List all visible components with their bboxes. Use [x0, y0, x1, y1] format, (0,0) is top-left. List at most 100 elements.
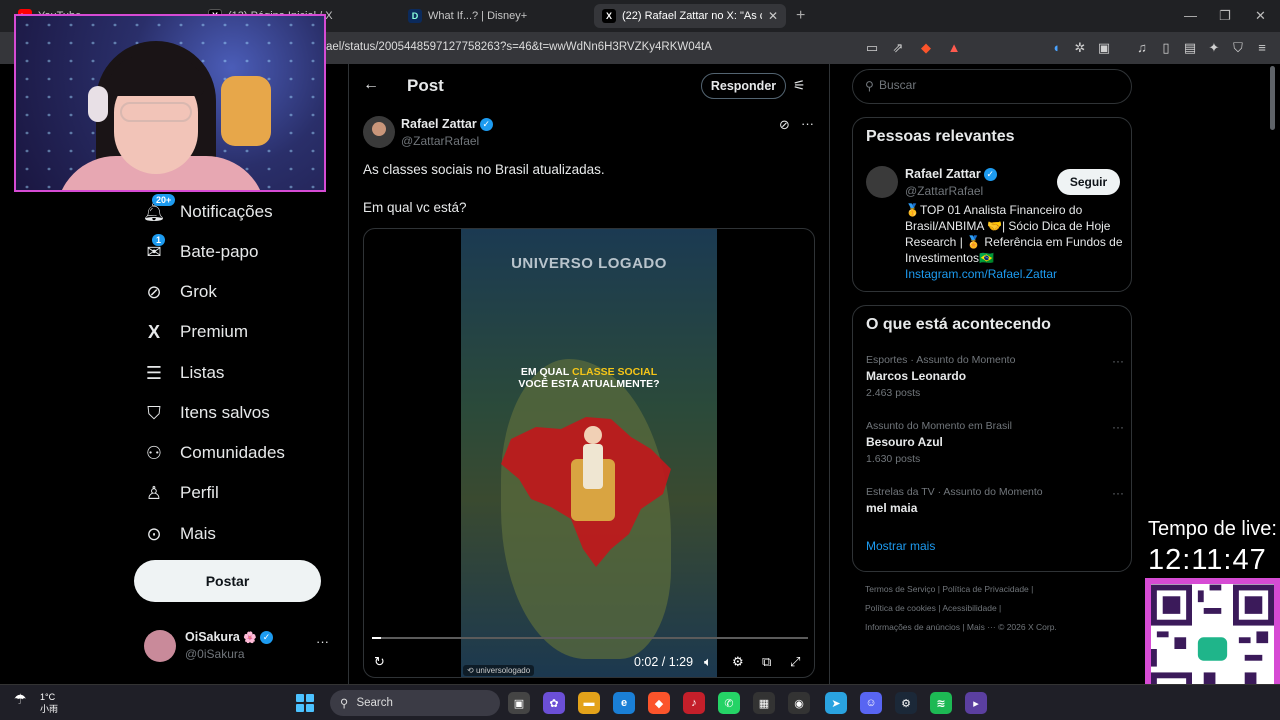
verified-badge-icon: ✓: [479, 118, 493, 132]
video-frame: UNIVERSO LOGADO EM QUAL CLASSE SOCIAL VO…: [461, 229, 717, 677]
trend-item[interactable]: Estrelas da TV · Assunto do Momento mel …: [866, 486, 1124, 515]
account-more-icon[interactable]: ···: [316, 634, 329, 649]
close-tab-icon[interactable]: ✕: [768, 9, 778, 23]
weather-widget[interactable]: ☂ 1°C 小雨: [14, 691, 58, 715]
brave-rewards-icon[interactable]: ▲: [946, 40, 962, 56]
menu-icon[interactable]: ≡: [1254, 40, 1270, 56]
nav-mais[interactable]: ⊙ Mais: [144, 518, 215, 550]
footer-links-row3[interactable]: Informações de anúncios | Mais ··· © 202…: [865, 622, 1057, 632]
vpn-icon[interactable]: ⛉: [1230, 40, 1246, 56]
relevant-avatar[interactable]: [866, 166, 898, 198]
settings-gear-icon[interactable]: ⚙: [732, 654, 744, 670]
obs-icon[interactable]: ◉: [788, 692, 810, 714]
screenshot-icon[interactable]: ▣: [1096, 40, 1112, 56]
whatsapp-icon[interactable]: ✆: [718, 692, 740, 714]
music-icon[interactable]: ♫: [1134, 40, 1150, 56]
back-arrow-icon[interactable]: ←: [363, 76, 379, 94]
twitch-icon[interactable]: ▸: [965, 692, 987, 714]
post-button[interactable]: Postar: [134, 560, 321, 602]
close-window-button[interactable]: ✕: [1255, 8, 1266, 24]
search-box[interactable]: ⚲: [852, 69, 1132, 104]
audio-icon[interactable]: ◖: [1048, 40, 1064, 56]
tab-rafael-zattar[interactable]: X (22) Rafael Zattar no X: "As classe ✕: [594, 4, 786, 28]
nav-comunidades[interactable]: ⚇ Comunidades: [144, 437, 285, 469]
account-emoji: 🌸: [243, 632, 258, 644]
brave-shield-icon[interactable]: ◆: [918, 40, 934, 56]
cast-icon[interactable]: ▭: [864, 40, 880, 56]
share-icon[interactable]: ⇗: [890, 40, 906, 56]
chat-badge: 1: [152, 234, 166, 246]
account-switcher[interactable]: OiSakura 🌸 ✓ @0iSakura ···: [144, 628, 334, 662]
discord-icon[interactable]: ☺: [860, 692, 882, 714]
maximize-button[interactable]: ❐: [1219, 8, 1231, 24]
edge-icon[interactable]: e: [613, 692, 635, 714]
nav-bate-papo[interactable]: ✉ 1 Bate-papo: [144, 234, 258, 268]
search-icon: ⚲: [340, 698, 349, 710]
page-title: Post: [407, 76, 444, 95]
verified-badge-icon: ✓: [260, 631, 274, 645]
footer-links-row2[interactable]: Política de cookies | Acessibilidade |: [865, 603, 1001, 613]
leo-ai-icon[interactable]: ✦: [1206, 40, 1222, 56]
video-brand: UNIVERSO LOGADO: [511, 255, 667, 272]
wallet-icon[interactable]: ▤: [1182, 40, 1198, 56]
copilot-icon[interactable]: ✿: [543, 692, 565, 714]
taskbar-search[interactable]: ⚲ Search: [330, 690, 500, 716]
search-icon: ⚲: [865, 79, 874, 93]
picture-in-picture-icon[interactable]: ⧉: [762, 654, 771, 670]
url-field[interactable]: ael/status/2005448597127758263?s=46&t=ww…: [326, 41, 712, 53]
nav-grok[interactable]: ⊘ Grok: [144, 276, 216, 308]
bell-icon: 🔔︎ 20+: [143, 194, 176, 222]
music-app-icon[interactable]: ♪: [683, 692, 705, 714]
trend-more-icon[interactable]: ···: [1112, 354, 1124, 368]
weather-rain-icon: ☂: [14, 691, 27, 707]
tweet-text-line1: As classes sociais no Brasil atualizadas…: [363, 162, 605, 177]
footer-links-row1[interactable]: Termos de Serviço | Política de Privacid…: [865, 584, 1033, 594]
author-avatar[interactable]: [363, 116, 395, 148]
nav-perfil[interactable]: ♙ Perfil: [144, 477, 219, 509]
video-player[interactable]: UNIVERSO LOGADO EM QUAL CLASSE SOCIAL VO…: [363, 228, 815, 678]
plush-toy: [221, 76, 271, 146]
settings-sliders-icon[interactable]: ⚟: [793, 77, 806, 94]
nav-itens-salvos[interactable]: ⛉ Itens salvos: [144, 397, 270, 429]
trend-item[interactable]: Assunto do Momento em Brasil Besouro Azu…: [866, 420, 1124, 465]
trend-item[interactable]: Esportes · Assunto do Momento Marcos Leo…: [866, 354, 1124, 399]
nav-notificacoes[interactable]: 🔔︎ 20+ Notificações: [143, 194, 273, 228]
capcut-icon[interactable]: ▦: [753, 692, 775, 714]
nav-premium[interactable]: X Premium: [144, 316, 248, 348]
trend-more-icon[interactable]: ···: [1112, 420, 1124, 434]
follow-button[interactable]: Seguir: [1057, 169, 1120, 195]
author-name[interactable]: Rafael Zattar ✓: [401, 117, 493, 132]
author-handle[interactable]: @ZattarRafael: [401, 134, 479, 148]
start-button[interactable]: [296, 694, 314, 712]
steam-icon[interactable]: ⚙: [895, 692, 917, 714]
people-icon: ⚇: [145, 442, 163, 463]
relevant-name[interactable]: Rafael Zattar ✓: [905, 167, 997, 182]
telegram-icon[interactable]: ➤: [825, 692, 847, 714]
nav-listas[interactable]: ☰ Listas: [144, 357, 225, 389]
new-tab-button[interactable]: +: [796, 7, 805, 25]
file-explorer-icon[interactable]: ▬: [578, 692, 600, 714]
video-progress-bar[interactable]: [372, 637, 808, 639]
search-input[interactable]: [879, 78, 1119, 92]
reply-button[interactable]: Responder: [701, 73, 786, 99]
spotify-icon[interactable]: ≋: [930, 692, 952, 714]
more-options-icon[interactable]: ···: [801, 116, 814, 131]
relevant-people-title: Pessoas relevantes: [866, 128, 1015, 145]
volume-icon[interactable]: 🔈︎: [704, 654, 712, 670]
task-view-icon[interactable]: ▣: [508, 692, 530, 714]
page-scrollbar[interactable]: [1270, 66, 1275, 130]
relevant-people-card: Pessoas relevantes Rafael Zattar ✓ @Zatta…: [852, 117, 1132, 292]
relevant-link[interactable]: Instagram.com/Rafael.Zattar: [905, 267, 1057, 281]
tab-disney[interactable]: D What If...? | Disney+: [400, 4, 585, 28]
show-more-link[interactable]: Mostrar mais: [866, 539, 935, 553]
relevant-handle[interactable]: @ZattarRafael: [905, 184, 983, 198]
sidebar-icon[interactable]: ▯: [1158, 40, 1174, 56]
brazil-map: [501, 417, 671, 567]
trend-more-icon[interactable]: ···: [1112, 486, 1124, 500]
brave-icon[interactable]: ◆: [648, 692, 670, 714]
fullscreen-icon[interactable]: ⤢: [790, 654, 800, 670]
grok-icon[interactable]: ⊘: [779, 117, 790, 133]
minimize-button[interactable]: —: [1184, 8, 1197, 23]
extensions-icon[interactable]: ✲: [1072, 40, 1088, 56]
replay-icon[interactable]: ↻: [374, 654, 385, 670]
